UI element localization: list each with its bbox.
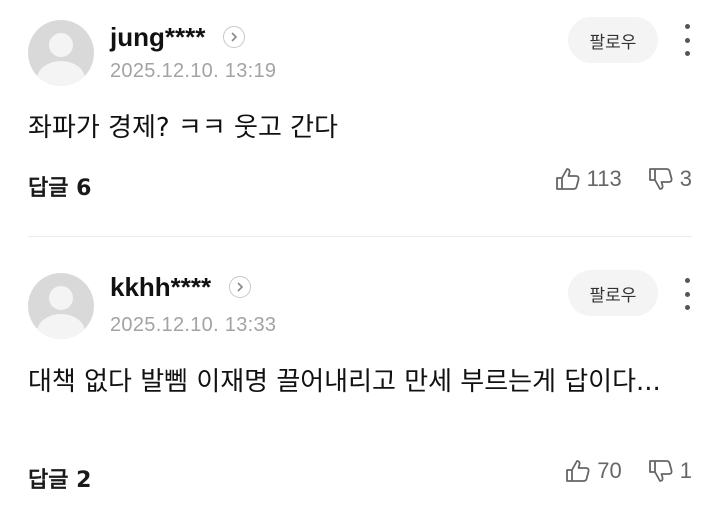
comment-actions: 113 3 bbox=[555, 166, 692, 192]
timestamp: 2025.12.10. 13:33 bbox=[110, 314, 277, 336]
author-row: jung**** bbox=[110, 20, 246, 54]
comment-text: 대책 없다 발뻼 이재명 끌어내리고 만세 부르는게 답이다... bbox=[28, 367, 661, 397]
dislike-button[interactable]: 1 bbox=[648, 458, 692, 484]
chevron-right-icon[interactable] bbox=[229, 276, 252, 298]
comment-text: 좌파가 경제? ㅋㅋ 웃고 간다 bbox=[28, 113, 338, 143]
follow-button[interactable]: 팔로우 bbox=[568, 17, 658, 63]
comment-item: kkhh**** 2025.12.10. 13:33 팔로우 대책 없다 발뻼 … bbox=[0, 236, 720, 519]
avatar[interactable] bbox=[28, 20, 94, 86]
more-vertical-icon[interactable] bbox=[682, 278, 692, 310]
like-count: 70 bbox=[597, 458, 622, 483]
reply-link[interactable]: 답글 6 bbox=[28, 170, 91, 202]
like-button[interactable]: 70 bbox=[565, 458, 622, 484]
like-count: 113 bbox=[586, 166, 622, 191]
reply-link[interactable]: 답글 2 bbox=[28, 462, 91, 494]
comment-item: jung**** 2025.12.10. 13:19 팔로우 좌파가 경제? ㅋ… bbox=[0, 0, 720, 237]
more-vertical-icon[interactable] bbox=[682, 24, 692, 56]
author-row: kkhh**** bbox=[110, 270, 252, 304]
username[interactable]: jung**** bbox=[110, 20, 205, 54]
timestamp: 2025.12.10. 13:19 bbox=[110, 60, 277, 82]
thumbs-down-icon bbox=[648, 168, 673, 190]
dislike-button[interactable]: 3 bbox=[648, 166, 692, 192]
thumbs-down-icon bbox=[648, 460, 673, 482]
chevron-right-icon[interactable] bbox=[223, 26, 246, 48]
comment-actions: 70 1 bbox=[565, 458, 692, 484]
dislike-count: 3 bbox=[679, 166, 692, 191]
thumbs-up-icon bbox=[555, 168, 580, 190]
like-button[interactable]: 113 bbox=[555, 166, 622, 192]
follow-button[interactable]: 팔로우 bbox=[568, 270, 658, 316]
thumbs-up-icon bbox=[566, 460, 590, 482]
avatar[interactable] bbox=[28, 273, 94, 339]
dislike-count: 1 bbox=[679, 458, 692, 483]
username[interactable]: kkhh**** bbox=[110, 270, 211, 304]
